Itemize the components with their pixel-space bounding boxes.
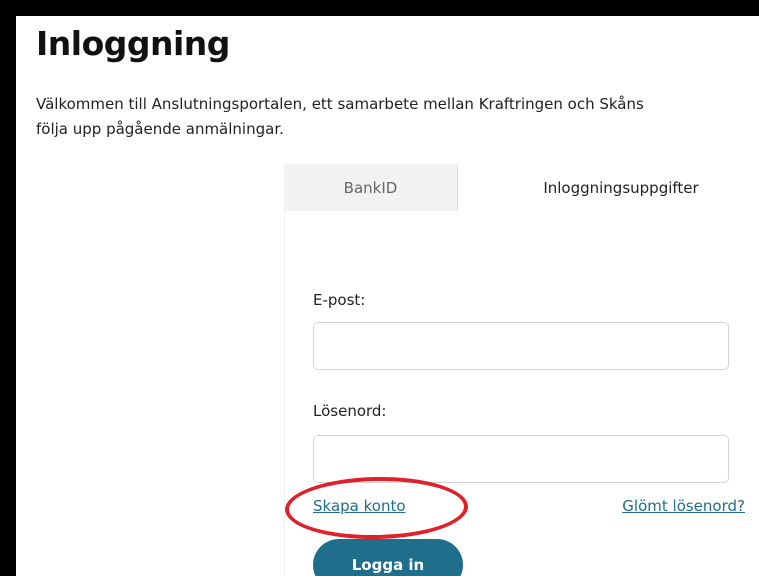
password-field[interactable] [313, 435, 729, 483]
create-account-link[interactable]: Skapa konto [313, 497, 406, 515]
password-label: Lösenord: [313, 402, 387, 420]
login-tabs: BankID Inloggningsuppgifter [284, 164, 759, 211]
tab-bankid[interactable]: BankID [284, 164, 458, 211]
login-button[interactable]: Logga in [313, 539, 463, 576]
intro-line-2: följa upp pågående anmälningar. [36, 120, 284, 138]
email-field[interactable] [313, 322, 729, 370]
login-form: E-post: Lösenord: Skapa konto Glömt löse… [284, 211, 759, 576]
tab-credentials[interactable]: Inloggningsuppgifter [458, 164, 759, 211]
email-label: E-post: [313, 291, 366, 309]
intro-line-1: Välkommen till Anslutningsportalen, ett … [36, 95, 644, 113]
screenshot-frame-left [0, 0, 16, 576]
login-box: BankID Inloggningsuppgifter E-post: Löse… [284, 164, 759, 576]
forgot-password-link[interactable]: Glömt lösenord? [622, 497, 745, 515]
intro-text: Välkommen till Anslutningsportalen, ett … [36, 92, 759, 142]
page-title: Inloggning [36, 24, 230, 63]
screenshot-frame-top [0, 0, 759, 16]
login-page: Inloggning Välkommen till Anslutningspor… [16, 16, 759, 576]
